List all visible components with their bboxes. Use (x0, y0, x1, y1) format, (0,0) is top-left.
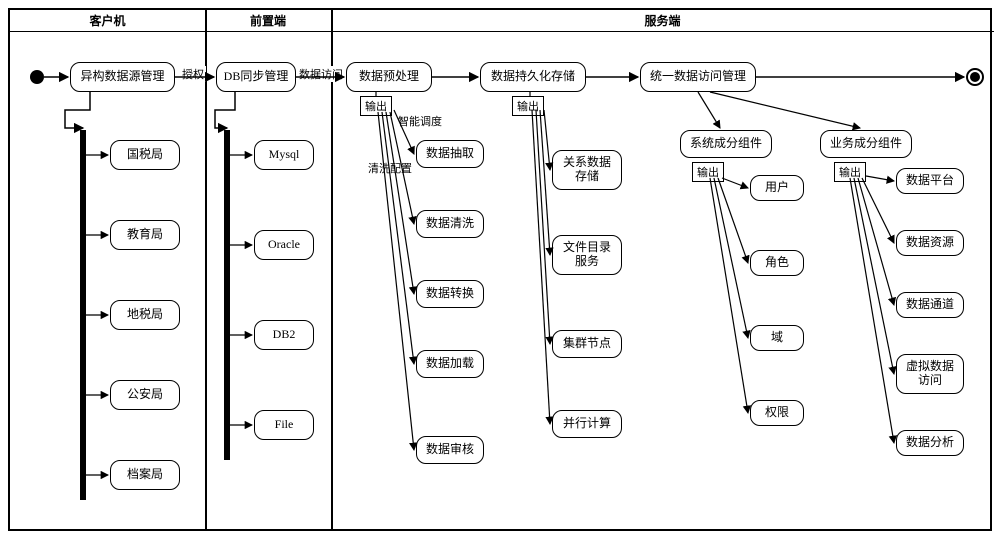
sys-item-0: 用户 (750, 175, 804, 201)
persist-out: 输出 (512, 96, 544, 116)
biz-out: 输出 (834, 162, 866, 182)
preproc-item-0: 数据抽取 (416, 140, 484, 168)
client-item-1: 教育局 (110, 220, 180, 250)
front-fork-bar (224, 130, 230, 460)
sys-out: 输出 (692, 162, 724, 182)
persist-item-1: 文件目录服务 (552, 235, 622, 275)
persist-item-2: 集群节点 (552, 330, 622, 358)
preproc-item-3: 数据加载 (416, 350, 484, 378)
lane-divider-1 (205, 10, 207, 529)
client-item-2: 地税局 (110, 300, 180, 330)
front-item-3: File (254, 410, 314, 440)
edge-authorize: 授权 (180, 66, 206, 82)
biz-item-3: 虚拟数据访问 (896, 354, 964, 394)
biz-comp-node: 业务成分组件 (820, 130, 912, 158)
persist-node: 数据持久化存储 (480, 62, 586, 92)
biz-item-2: 数据通道 (896, 292, 964, 318)
biz-item-1: 数据资源 (896, 230, 964, 256)
diagram-frame: 客户机 前置端 服务端 异构数据源管理 国税局 教育局 地税局 公安局 档案局 … (8, 8, 992, 531)
lane-server-header: 服务端 (331, 10, 994, 32)
preproc-item-1: 数据清洗 (416, 210, 484, 238)
lane-front-header: 前置端 (205, 10, 331, 32)
front-item-0: Mysql (254, 140, 314, 170)
front-mgr-node: DB同步管理 (216, 62, 296, 92)
client-item-3: 公安局 (110, 380, 180, 410)
preproc-out: 输出 (360, 96, 392, 116)
client-item-4: 档案局 (110, 460, 180, 490)
end-node (966, 68, 984, 86)
lane-divider-2 (331, 10, 333, 529)
sys-item-1: 角色 (750, 250, 804, 276)
client-item-0: 国税局 (110, 140, 180, 170)
access-node: 统一数据访问管理 (640, 62, 756, 92)
preproc-node: 数据预处理 (346, 62, 432, 92)
client-fork-bar (80, 130, 86, 500)
preproc-item-4: 数据审核 (416, 436, 484, 464)
biz-item-4: 数据分析 (896, 430, 964, 456)
edge-clean-cfg: 清洗配置 (366, 160, 414, 176)
persist-item-0: 关系数据存储 (552, 150, 622, 190)
front-item-2: DB2 (254, 320, 314, 350)
biz-item-0: 数据平台 (896, 168, 964, 194)
preproc-item-2: 数据转换 (416, 280, 484, 308)
sys-item-3: 权限 (750, 400, 804, 426)
client-mgr-node: 异构数据源管理 (70, 62, 175, 92)
persist-item-3: 并行计算 (552, 410, 622, 438)
front-item-1: Oracle (254, 230, 314, 260)
sys-item-2: 域 (750, 325, 804, 351)
lane-client-header: 客户机 (10, 10, 205, 32)
edge-smart-sched: 智能调度 (396, 113, 444, 129)
edge-data-access: 数据访问 (297, 66, 345, 82)
sys-comp-node: 系统成分组件 (680, 130, 772, 158)
start-node (30, 70, 44, 84)
